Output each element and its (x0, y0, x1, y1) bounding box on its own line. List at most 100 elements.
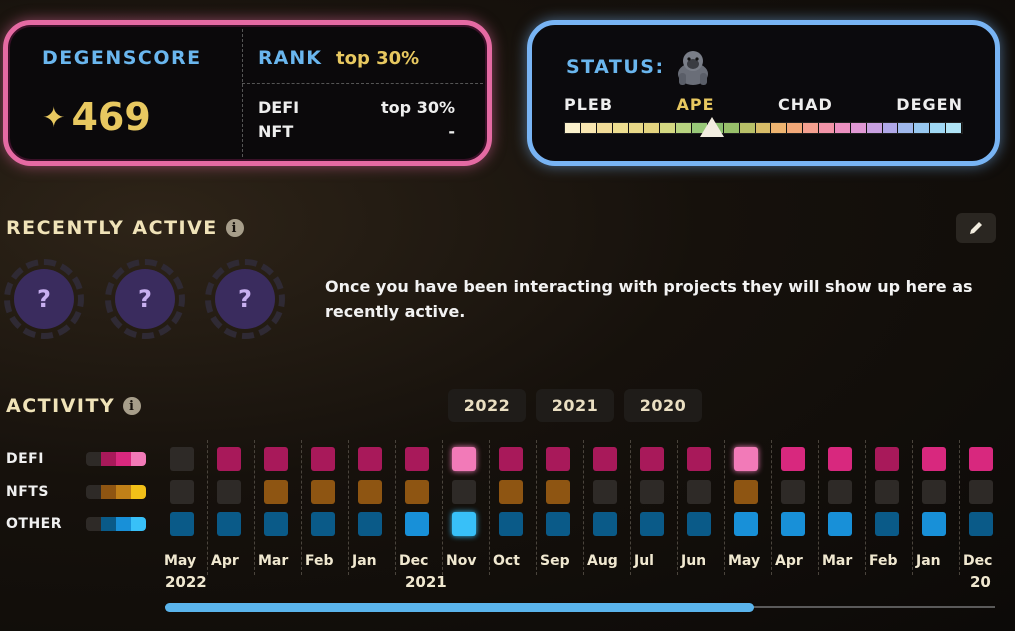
activity-cell-nfts[interactable] (734, 480, 758, 504)
activity-cell-nfts[interactable] (499, 480, 523, 504)
activity-cell-other[interactable] (875, 512, 899, 536)
month-separator (395, 440, 396, 575)
activity-cell-defi[interactable] (734, 447, 758, 471)
month-separator (583, 440, 584, 575)
activity-cell-nfts[interactable] (969, 480, 993, 504)
activity-cell-other[interactable] (264, 512, 288, 536)
defi-rank-row: DEFI top 30% (258, 98, 455, 117)
activity-cell-nfts[interactable] (311, 480, 335, 504)
month-label: Jan (916, 553, 941, 569)
year-button-2022[interactable]: 2022 (448, 389, 526, 422)
activity-month-column: Apr (771, 440, 818, 575)
activity-cell-nfts[interactable] (828, 480, 852, 504)
activity-cell-other[interactable] (687, 512, 711, 536)
gorilla-icon (677, 51, 708, 85)
activity-cell-nfts[interactable] (170, 480, 194, 504)
month-label: Apr (775, 553, 803, 569)
activity-cell-nfts[interactable] (358, 480, 382, 504)
year-button-2021[interactable]: 2021 (536, 389, 614, 422)
activity-cell-nfts[interactable] (875, 480, 899, 504)
month-label: Feb (869, 553, 898, 569)
activity-cell-defi[interactable] (687, 447, 711, 471)
activity-cell-defi[interactable] (358, 447, 382, 471)
rank-row: RANK top 30% (258, 47, 419, 69)
activity-cell-other[interactable] (781, 512, 805, 536)
activity-cell-other[interactable] (452, 512, 476, 536)
activity-cell-nfts[interactable] (922, 480, 946, 504)
activity-cell-defi[interactable] (546, 447, 570, 471)
activity-cell-defi[interactable] (781, 447, 805, 471)
activity-cell-defi[interactable] (217, 447, 241, 471)
activity-cell-nfts[interactable] (593, 480, 617, 504)
activity-cell-nfts[interactable] (405, 480, 429, 504)
activity-month-column: Dec (395, 440, 442, 575)
activity-cell-defi[interactable] (922, 447, 946, 471)
activity-cell-other[interactable] (640, 512, 664, 536)
activity-cell-defi[interactable] (969, 447, 993, 471)
activity-cell-nfts[interactable] (546, 480, 570, 504)
activity-cell-defi[interactable] (828, 447, 852, 471)
activity-cell-nfts[interactable] (640, 480, 664, 504)
scrollbar-thumb[interactable] (165, 603, 754, 612)
activity-cell-defi[interactable] (875, 447, 899, 471)
activity-cell-defi[interactable] (499, 447, 523, 471)
activity-cell-other[interactable] (734, 512, 758, 536)
activity-cell-other[interactable] (405, 512, 429, 536)
activity-cell-defi[interactable] (405, 447, 429, 471)
status-title-row: STATUS: (566, 47, 713, 87)
activity-cell-nfts[interactable] (217, 480, 241, 504)
month-separator (536, 440, 537, 575)
activity-cell-defi[interactable] (593, 447, 617, 471)
unknown-project-avatar: ? (105, 259, 185, 339)
month-separator (301, 440, 302, 575)
year-label-2022: 2022 (165, 573, 207, 591)
activity-cell-nfts[interactable] (781, 480, 805, 504)
activity-month-column: Apr (207, 440, 254, 575)
month-label: Jun (681, 553, 707, 569)
activity-cell-nfts[interactable] (452, 480, 476, 504)
month-label: Nov (446, 553, 477, 569)
rank-value: top 30% (335, 48, 420, 69)
defi-rank-label: DEFI (258, 98, 300, 117)
activity-cell-other[interactable] (546, 512, 570, 536)
edit-button[interactable] (956, 213, 996, 243)
activity-cell-defi[interactable] (311, 447, 335, 471)
month-label: Aug (587, 553, 618, 569)
activity-cell-other[interactable] (922, 512, 946, 536)
month-label: Mar (258, 553, 289, 569)
activity-month-column: Jun (677, 440, 724, 575)
recently-active-title: RECENTLY ACTIVE (6, 217, 218, 239)
activity-cell-defi[interactable] (640, 447, 664, 471)
month-label: Feb (305, 553, 334, 569)
activity-cell-other[interactable] (828, 512, 852, 536)
activity-month-column: Aug (583, 440, 630, 575)
month-label: Jan (352, 553, 377, 569)
month-separator (724, 440, 725, 575)
activity-cell-other[interactable] (311, 512, 335, 536)
question-mark-icon: ? (115, 269, 175, 329)
activity-cell-other[interactable] (170, 512, 194, 536)
activity-cell-other[interactable] (969, 512, 993, 536)
activity-month-column: Mar (818, 440, 865, 575)
activity-cell-defi[interactable] (264, 447, 288, 471)
row-label-other: OTHER (6, 516, 63, 532)
activity-cell-other[interactable] (499, 512, 523, 536)
activity-cell-nfts[interactable] (264, 480, 288, 504)
info-icon[interactable]: i (123, 397, 142, 415)
activity-grid[interactable]: May Apr Mar Feb Jan Dec Nov Oct Sep Aug Jul Jun May A… (160, 440, 1015, 575)
activity-cell-defi[interactable] (452, 447, 476, 471)
activity-month-column: Jan (912, 440, 959, 575)
activity-cell-other[interactable] (593, 512, 617, 536)
activity-cell-defi[interactable] (170, 447, 194, 471)
activity-cell-other[interactable] (358, 512, 382, 536)
status-card: STATUS: PLEB APE CHAD DEGEN (527, 20, 1000, 166)
activity-cell-other[interactable] (217, 512, 241, 536)
year-label-2020: 20 (970, 573, 991, 591)
info-icon[interactable]: i (225, 219, 244, 237)
month-separator (207, 440, 208, 575)
rank-panel: RANK top 30% DEFI top 30% NFT - (242, 25, 487, 161)
year-button-2020[interactable]: 2020 (624, 389, 702, 422)
recently-active-heading: RECENTLY ACTIVE i (6, 217, 244, 239)
activity-cell-nfts[interactable] (687, 480, 711, 504)
activity-month-column: Sep (536, 440, 583, 575)
